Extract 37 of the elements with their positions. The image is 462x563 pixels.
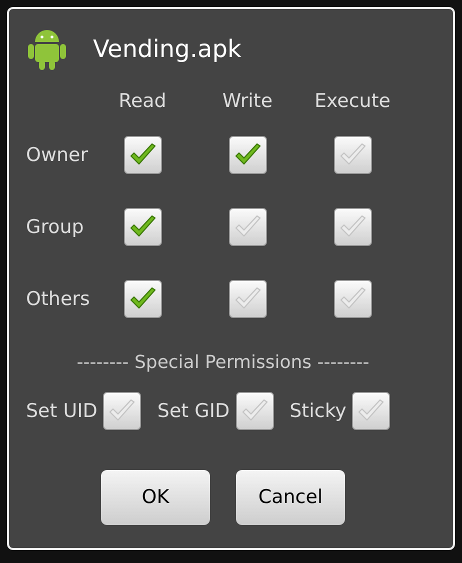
checkbox[interactable] xyxy=(124,280,162,318)
check-icon xyxy=(128,287,156,311)
permission-label: Sticky xyxy=(290,398,346,424)
check-icon xyxy=(128,143,156,167)
checkbox[interactable] xyxy=(228,280,266,318)
checkbox[interactable] xyxy=(103,392,142,430)
row-label: Others xyxy=(26,286,90,312)
faint-check-icon xyxy=(240,399,269,423)
checkbox[interactable] xyxy=(352,392,390,430)
checkbox[interactable] xyxy=(334,136,372,174)
faint-check-icon xyxy=(234,215,262,239)
checkbox[interactable] xyxy=(334,280,372,318)
faint-check-icon xyxy=(357,399,386,423)
faint-check-icon xyxy=(338,215,366,239)
column-header: Execute xyxy=(314,88,390,114)
faint-check-icon xyxy=(338,287,366,311)
checkbox[interactable] xyxy=(236,392,274,430)
check-icon xyxy=(234,143,262,167)
checkbox[interactable] xyxy=(124,208,162,246)
faint-check-icon xyxy=(338,143,366,167)
checkbox[interactable] xyxy=(124,136,162,174)
check-icon xyxy=(128,215,156,239)
permission-label: Set GID xyxy=(157,398,230,424)
permission-label: Set UID xyxy=(26,398,98,424)
dialog-button[interactable]: Cancel xyxy=(236,470,345,525)
dialog-button[interactable]: OK xyxy=(101,470,210,525)
column-header: Read xyxy=(118,88,166,114)
column-header: Write xyxy=(222,88,273,114)
dialog-title: Vending.apk xyxy=(93,34,242,65)
faint-check-icon xyxy=(108,399,136,423)
checkbox[interactable] xyxy=(228,208,266,246)
faint-check-icon xyxy=(234,287,262,311)
row-label: Owner xyxy=(26,142,88,168)
checkbox[interactable] xyxy=(228,136,266,174)
checkbox[interactable] xyxy=(334,208,372,246)
section-heading: -------- Special Permissions -------- xyxy=(76,351,370,375)
row-label: Group xyxy=(26,214,84,240)
